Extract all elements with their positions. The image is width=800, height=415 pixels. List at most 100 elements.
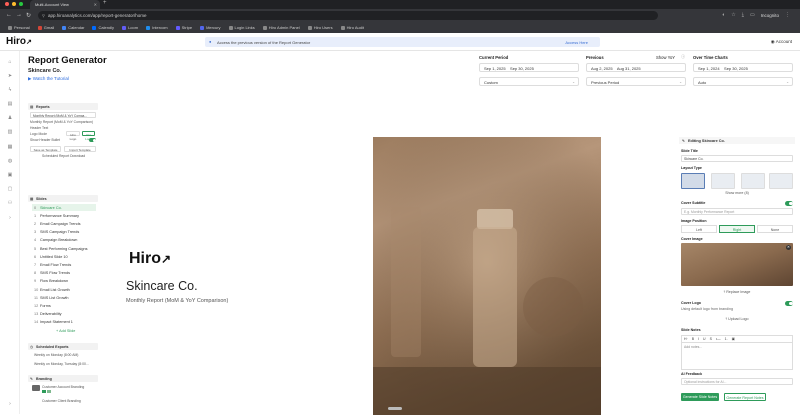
bookmark-item[interactable]: Mercury (200, 25, 221, 30)
save-template-button[interactable]: Save as Template (30, 146, 61, 152)
format-button[interactable]: H· (684, 337, 688, 341)
over-time-dates[interactable]: Sep 1, 2024 Sep 30, 2025 (693, 63, 793, 72)
hiro-logo[interactable]: Hiro↗ (6, 36, 32, 47)
bookmark-item[interactable]: Calendly (92, 25, 114, 30)
bookmark-item[interactable]: Loom (122, 25, 138, 30)
slides-section-header[interactable]: ▦ Slides (28, 195, 98, 202)
cover-image-thumbnail[interactable]: ✕ (681, 243, 793, 286)
cover-subtitle-toggle[interactable] (785, 201, 793, 206)
cover-logo-toggle[interactable] (785, 301, 793, 306)
current-period-dates[interactable]: Sep 1, 2025 Sep 30, 2025 (479, 63, 579, 72)
format-button[interactable]: I (698, 337, 699, 341)
slide-list-item[interactable]: 2 Email Campaign Trends (32, 220, 96, 227)
slide-list-item[interactable]: 3 SMS Campaign Trends (32, 229, 96, 236)
bookmark-item[interactable]: Intercom (146, 25, 168, 30)
slide-list-item[interactable]: 14 Impact Statement 1 (32, 319, 96, 326)
new-tab-button[interactable]: + (103, 0, 107, 6)
format-button[interactable]: B (692, 337, 694, 341)
minimize-window-icon[interactable] (12, 2, 16, 6)
logo-mode-option[interactable]: Hiro Logo (66, 131, 80, 141)
slide-list-item[interactable]: 8 SMS Flow Trends (32, 270, 96, 277)
position-left-button[interactable]: Left (681, 225, 717, 233)
inbox-icon[interactable]: ▥ (7, 129, 13, 135)
sidebar-icon[interactable]: ▭ (750, 12, 755, 18)
position-none-button[interactable]: None (757, 225, 793, 233)
star-icon[interactable]: ☆ (731, 12, 735, 18)
expand-icon[interactable]: › (7, 215, 13, 221)
slide-list-item[interactable]: 7 Email Flow Trends (32, 261, 96, 268)
incognito-indicator[interactable]: Incognito (761, 13, 779, 18)
add-slide-button[interactable]: + Add Slide (56, 329, 75, 333)
format-button[interactable]: ▣ (732, 337, 735, 341)
maximize-window-icon[interactable] (19, 2, 23, 6)
bookmark-item[interactable]: Login Links (228, 25, 255, 30)
menu-icon[interactable]: ⋮ (785, 12, 790, 18)
report-select[interactable]: Monthly Report (MoM & YoY Compa... (30, 112, 96, 118)
bookmark-item[interactable]: Hiro Audit (340, 25, 364, 30)
bookmark-item[interactable]: Hiro Users (307, 25, 333, 30)
format-button[interactable]: S (710, 337, 712, 341)
slide-list-item[interactable]: 9 Flow Breakdown (32, 278, 96, 285)
generate-slide-notes-button[interactable]: Generate Slide Notes (681, 393, 719, 401)
format-button[interactable]: •— (716, 337, 721, 341)
people-icon[interactable]: ⚇ (7, 200, 13, 206)
scheduled-export-item[interactable]: Weekly on Monday, Tuesday (8:00... (34, 362, 89, 366)
cover-subtitle-input[interactable]: E.g. Monthly Performance Report (681, 208, 793, 215)
current-period-select[interactable]: Custom ⌄ (479, 77, 579, 86)
globe-icon[interactable]: ◍ (7, 158, 13, 164)
slide-list-item[interactable]: 12 Forms (32, 302, 96, 309)
import-template-button[interactable]: Import Template (64, 146, 96, 152)
reports-section-header[interactable]: ▤ Reports (28, 103, 98, 110)
address-bar[interactable]: ⚲ app.hiroanalytics.com/app/report-gener… (38, 11, 658, 20)
bookmark-item[interactable]: Gmail (37, 25, 54, 30)
calendar-icon[interactable]: ▢ (7, 186, 13, 192)
branding-item[interactable]: Customer Client Branding (42, 399, 81, 403)
extension-icon[interactable]: ◐ (722, 12, 725, 18)
site-info-icon[interactable]: ⚲ (42, 13, 45, 18)
home-icon[interactable]: ⌂ (7, 59, 13, 65)
layout-option-4[interactable] (769, 173, 793, 189)
slide-list-item[interactable]: 13 Deliverability (32, 311, 96, 318)
layout-option-1[interactable] (681, 173, 705, 189)
lightning-icon[interactable]: ϟ (7, 87, 13, 93)
yoy-info-icon[interactable]: ⓘ (681, 54, 685, 60)
position-right-button[interactable]: Right (719, 225, 755, 233)
bookmark-item[interactable]: Calendar (62, 25, 84, 30)
download-icon[interactable]: ⤓ (742, 12, 744, 18)
browser-tab[interactable]: Multi-Account View ✕ (30, 0, 100, 9)
scheduled-download-link[interactable]: Scheduled Report Download (42, 154, 85, 158)
reload-icon[interactable]: ↻ (26, 12, 31, 19)
collapse-rail-icon[interactable]: › (7, 401, 13, 407)
generate-report-notes-button[interactable]: Generate Report Notes (724, 393, 766, 401)
slide-list-item[interactable]: 4 Campaign Breakdown (32, 237, 96, 244)
previous-period-select[interactable]: Previous Period ⌄ (586, 77, 686, 86)
slide-list-item[interactable]: 5 Best Performing Campaigns (32, 245, 96, 252)
layout-option-2[interactable] (711, 173, 735, 189)
back-icon[interactable]: ← (6, 12, 12, 18)
format-button[interactable]: 1. (725, 337, 728, 341)
show-more-layouts[interactable]: Show more (8) (681, 191, 793, 195)
scheduled-export-item[interactable]: Weekly on Monday (8:00 AM) (34, 353, 78, 357)
logo-mode-option-2[interactable]: Hiro Logo (82, 131, 95, 141)
close-window-icon[interactable] (5, 2, 9, 6)
slide-list-item[interactable]: 11 SMS List Growth (32, 294, 96, 301)
slide-list-item[interactable]: 0 Skincare Co. (32, 204, 96, 211)
layout-option-3[interactable] (741, 173, 765, 189)
account-menu[interactable]: ◉ Account (771, 39, 792, 45)
over-time-select[interactable]: Auto ⌄ (693, 77, 793, 86)
report-icon[interactable]: ▣ (7, 172, 13, 178)
users-icon[interactable]: ♟ (7, 115, 13, 121)
slide-notes-editor[interactable]: Add notes... (681, 342, 793, 370)
slide-list-item[interactable]: 1 Performance Summary (32, 212, 96, 219)
previous-period-dates[interactable]: Aug 2, 2025 Aug 31, 2025 (586, 63, 686, 72)
slide-title-input[interactable]: Skincare Co. (681, 155, 793, 162)
scheduled-exports-header[interactable]: ◷ Scheduled Exports (28, 343, 98, 350)
format-button[interactable]: U (703, 337, 706, 341)
branding-header[interactable]: ✎ Branding (28, 375, 98, 382)
send-icon[interactable]: ➤ (7, 73, 13, 79)
scroll-handle[interactable] (388, 407, 402, 410)
tab-close-icon[interactable]: ✕ (94, 2, 97, 7)
watch-tutorial-link[interactable]: ▶ Watch the Tutorial (28, 76, 69, 82)
bookmark-item[interactable]: Personal (8, 25, 30, 30)
remove-image-icon[interactable]: ✕ (786, 245, 791, 250)
